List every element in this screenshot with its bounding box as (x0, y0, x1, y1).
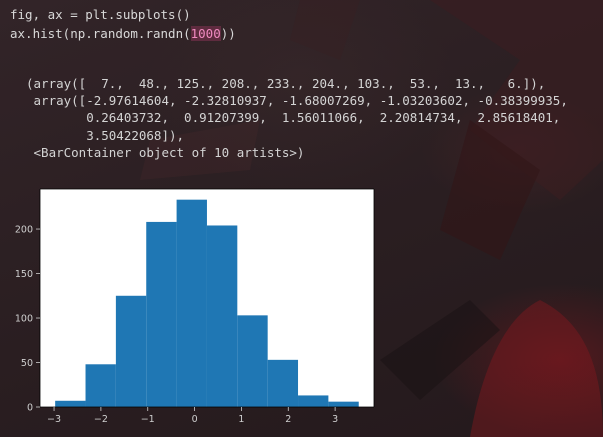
code-line-2-suffix: )) (220, 26, 236, 41)
histogram-bar (146, 221, 177, 407)
histogram-bar (237, 315, 268, 407)
x-tick-label: −3 (47, 414, 61, 425)
output-line-4: 3.50422068]), (26, 127, 185, 143)
x-tick-label: 0 (192, 414, 198, 425)
histogram-bar (85, 364, 116, 407)
code-cell[interactable]: fig, ax = plt.subplots() ax.hist(np.rand… (10, 5, 236, 43)
x-tick-label: 3 (332, 414, 338, 425)
histogram-bar (267, 359, 299, 407)
histogram-figure: −3 −2 −1 0 1 2 3 0 50 100 150 200 (0, 178, 400, 437)
output-line-5: <BarContainer object of 10 artists>) (26, 144, 305, 160)
histogram-bar (206, 225, 238, 407)
code-line-1: fig, ax = plt.subplots() (10, 7, 191, 22)
histogram-bar (298, 395, 329, 407)
histogram-bar (176, 199, 207, 407)
x-tick-label: −2 (94, 414, 108, 425)
output-line-1: (array([ 7., 48., 125., 208., 233., 204.… (26, 76, 546, 91)
y-tick-label: 100 (15, 314, 33, 325)
output-line-2: array([-2.97614604, -2.32810937, -1.6800… (26, 93, 568, 109)
y-tick-label: 50 (21, 358, 33, 369)
x-tick-label: −1 (141, 414, 155, 425)
code-line-2: ax.hist(np.random.randn(1000)) (10, 26, 236, 41)
histogram-chart: −3 −2 −1 0 1 2 3 0 50 100 150 200 (15, 188, 375, 425)
y-tick-label: 200 (15, 225, 33, 236)
x-tick-label: 1 (238, 414, 244, 425)
cell-output-text: (array([ 7., 48., 125., 208., 233., 204.… (26, 75, 568, 161)
x-tick-label: 2 (285, 414, 291, 425)
code-number-literal: 1000 (190, 26, 221, 41)
y-tick-label: 0 (27, 403, 33, 414)
notebook-content: fig, ax = plt.subplots() ax.hist(np.rand… (0, 0, 603, 437)
code-line-2-prefix: ax.hist(np.random.randn( (10, 26, 191, 41)
histogram-bar (55, 400, 86, 407)
y-tick-label: 150 (15, 269, 33, 280)
histogram-bar (115, 295, 147, 407)
histogram-bar (328, 401, 359, 407)
output-line-3: 0.26403732, 0.91207399, 1.56011066, 2.20… (26, 110, 561, 126)
